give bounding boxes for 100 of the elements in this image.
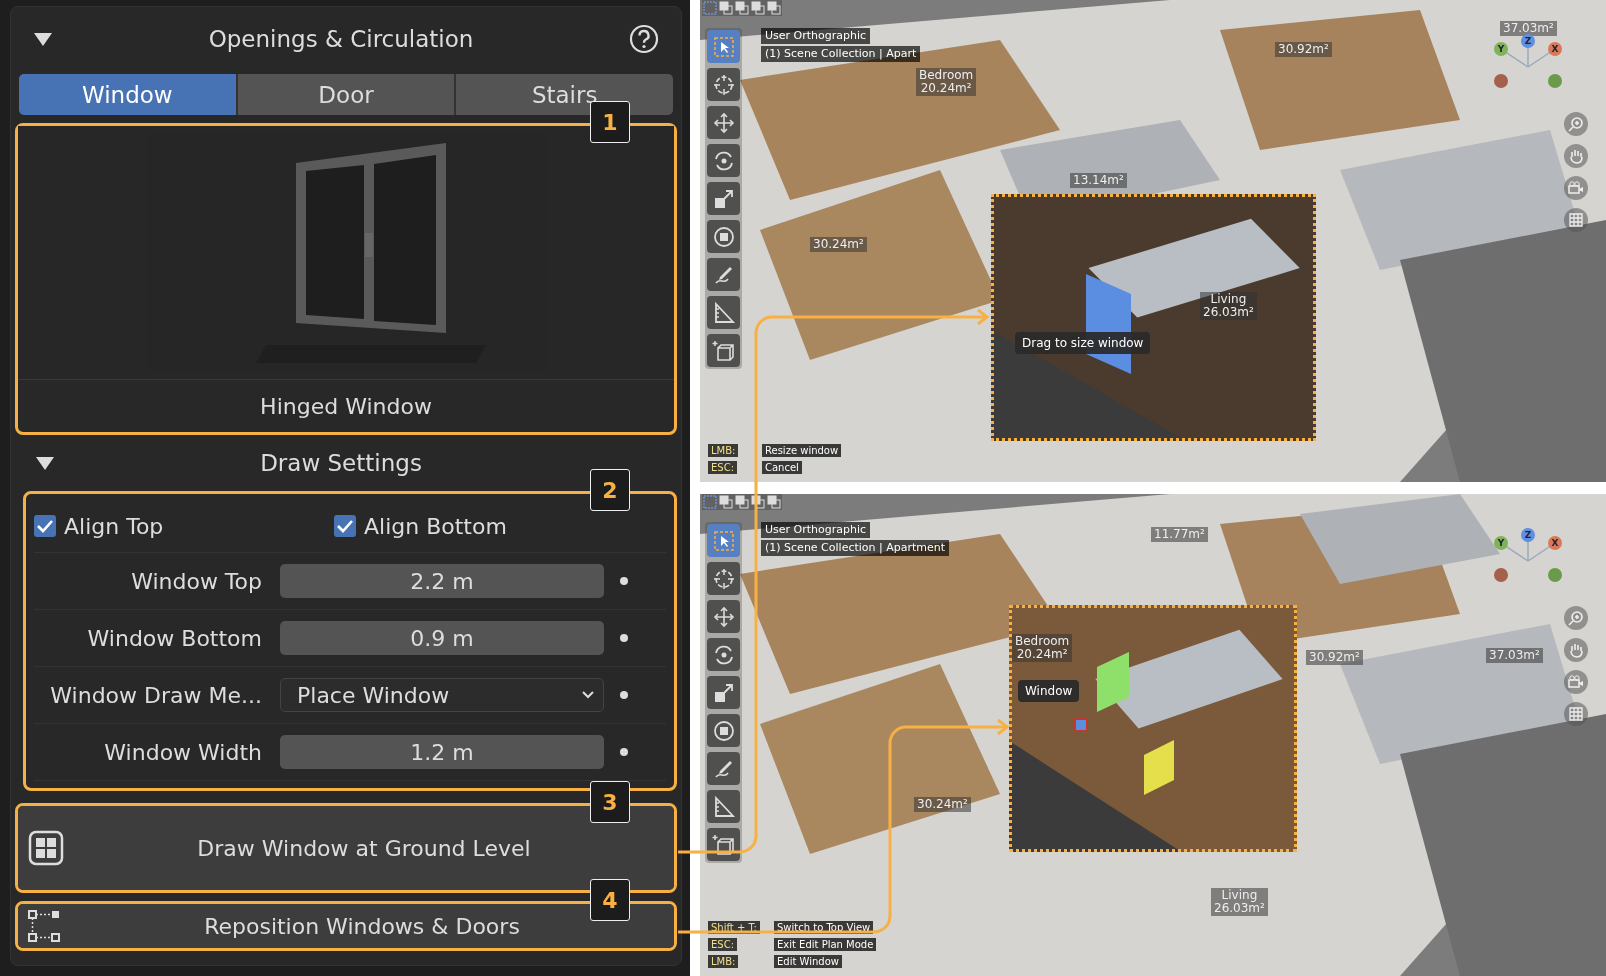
tool-button[interactable] bbox=[707, 334, 740, 367]
shortcut-action: Edit Window bbox=[774, 955, 842, 968]
field-label: Window Top bbox=[130, 568, 263, 594]
room-label: 37.03m² bbox=[1486, 648, 1543, 663]
field-label: Window Bottom bbox=[86, 625, 263, 651]
help-icon[interactable] bbox=[629, 23, 659, 54]
shortcut-key: LMB: bbox=[708, 444, 739, 457]
shortcut-action: Exit Edit Plan Mode bbox=[774, 938, 877, 951]
dropdown[interactable]: Place Window bbox=[280, 678, 604, 712]
selection-mode-icon[interactable] bbox=[767, 1, 781, 15]
room-label: 30.92m² bbox=[1306, 650, 1363, 665]
view-name: User Orthographic bbox=[761, 522, 871, 538]
window-preview-shape[interactable] bbox=[1097, 652, 1129, 712]
crosshair-icon bbox=[711, 566, 736, 591]
shortcut-action: Cancel bbox=[762, 461, 802, 474]
crosshair-icon bbox=[711, 72, 736, 97]
tool-button[interactable] bbox=[707, 296, 740, 329]
selection-mode-icon[interactable] bbox=[767, 495, 781, 509]
room-label: Living 26.03m² bbox=[1211, 888, 1268, 916]
window-grid-icon bbox=[28, 830, 64, 866]
tool-button[interactable] bbox=[707, 182, 740, 215]
callout-number: 2 bbox=[590, 469, 630, 511]
collapse-triangle-icon[interactable] bbox=[35, 455, 55, 471]
tool-button[interactable] bbox=[707, 714, 740, 747]
number-field[interactable]: 2.2 m bbox=[280, 564, 604, 598]
preview-caption: Hinged Window bbox=[260, 393, 432, 419]
caret-icon bbox=[581, 690, 595, 700]
tool-button[interactable] bbox=[707, 676, 740, 709]
collection-path: (1) Scene Collection | Apartment bbox=[761, 540, 950, 556]
camera-icon[interactable] bbox=[1564, 176, 1588, 200]
selected-window-shape[interactable] bbox=[1144, 740, 1174, 795]
collapse-triangle-icon[interactable] bbox=[33, 30, 53, 47]
number-field[interactable]: 0.9 m bbox=[280, 621, 604, 655]
shortcut-key: LMB: bbox=[708, 955, 739, 968]
view-name: User Orthographic bbox=[761, 28, 871, 44]
transform-icon bbox=[711, 718, 736, 743]
nodes-icon bbox=[28, 910, 60, 942]
selection-mode-icon[interactable] bbox=[751, 495, 765, 509]
tool-button[interactable] bbox=[707, 220, 740, 253]
tooltip: Window bbox=[1018, 680, 1080, 702]
selection-mode-icon[interactable] bbox=[735, 1, 749, 15]
tool-button[interactable] bbox=[707, 106, 740, 139]
room-label: 37.03m² bbox=[1500, 21, 1557, 36]
room-label: Bedroom 20.24m² bbox=[916, 68, 977, 96]
tool-button[interactable] bbox=[707, 562, 740, 595]
dot-icon[interactable] bbox=[620, 634, 628, 642]
shortcut-key: ESC: bbox=[708, 938, 738, 951]
selection-mode-icon[interactable] bbox=[719, 495, 733, 509]
shortcut-action: Resize window bbox=[762, 444, 842, 457]
pointer-icon bbox=[711, 528, 736, 553]
tool-button[interactable] bbox=[707, 144, 740, 177]
room-label: 30.24m² bbox=[914, 797, 971, 812]
snap-marker-icon bbox=[1074, 718, 1088, 732]
tool-button[interactable] bbox=[707, 68, 740, 101]
zoom-icon[interactable] bbox=[1564, 606, 1588, 630]
panel-title: Openings & Circulation bbox=[207, 25, 475, 52]
selection-mode-icon[interactable] bbox=[751, 1, 765, 15]
room-label: Living 26.03m² bbox=[1200, 292, 1257, 320]
tool-button[interactable] bbox=[707, 828, 740, 861]
camera-icon[interactable] bbox=[1564, 670, 1588, 694]
move-arrows-icon bbox=[711, 604, 736, 629]
dot-icon[interactable] bbox=[620, 748, 628, 756]
cube-icon bbox=[711, 338, 736, 363]
tool-button[interactable] bbox=[707, 258, 740, 291]
checkbox-label: Align Bottom bbox=[364, 513, 507, 539]
room-label: 13.14m² bbox=[1070, 173, 1127, 188]
tool-button[interactable] bbox=[707, 790, 740, 823]
transform-icon bbox=[711, 224, 736, 249]
field-label: Window Width bbox=[103, 739, 263, 765]
room-label: 30.92m² bbox=[1275, 42, 1332, 57]
grid-icon[interactable] bbox=[1564, 208, 1588, 232]
checkbox-label: Align Top bbox=[64, 513, 164, 539]
dot-icon[interactable] bbox=[620, 577, 628, 585]
field-label: Window Draw Me... bbox=[49, 682, 263, 708]
pointer-icon bbox=[711, 34, 736, 59]
number-field[interactable]: 1.2 m bbox=[280, 735, 604, 769]
room-label: 11.77m² bbox=[1151, 527, 1208, 542]
tool-button[interactable] bbox=[707, 638, 740, 671]
room-label: Bedroom 20.24m² bbox=[1012, 634, 1073, 662]
tab[interactable]: Window bbox=[19, 74, 236, 115]
collection-path: (1) Scene Collection | Apart bbox=[761, 46, 921, 62]
selection-mode-icon[interactable] bbox=[735, 495, 749, 509]
grid-icon[interactable] bbox=[1564, 702, 1588, 726]
zoom-icon[interactable] bbox=[1564, 112, 1588, 136]
callout-number: 3 bbox=[590, 781, 630, 823]
tool-button[interactable] bbox=[707, 752, 740, 785]
tool-button[interactable] bbox=[707, 524, 740, 557]
tool-button[interactable] bbox=[707, 600, 740, 633]
checkbox[interactable] bbox=[334, 515, 356, 537]
tooltip: Drag to size window bbox=[1015, 332, 1151, 354]
section-title: Draw Settings bbox=[259, 450, 423, 476]
checkbox[interactable] bbox=[34, 515, 56, 537]
tab[interactable]: Door bbox=[237, 74, 455, 115]
tool-button[interactable] bbox=[707, 30, 740, 63]
tab[interactable]: Stairs bbox=[456, 74, 673, 115]
selection-mode-icon[interactable] bbox=[719, 1, 733, 15]
dot-icon[interactable] bbox=[620, 691, 628, 699]
callout-number: 4 bbox=[590, 879, 630, 921]
room-label: 30.24m² bbox=[810, 237, 867, 252]
shortcut-key: ESC: bbox=[708, 461, 738, 474]
